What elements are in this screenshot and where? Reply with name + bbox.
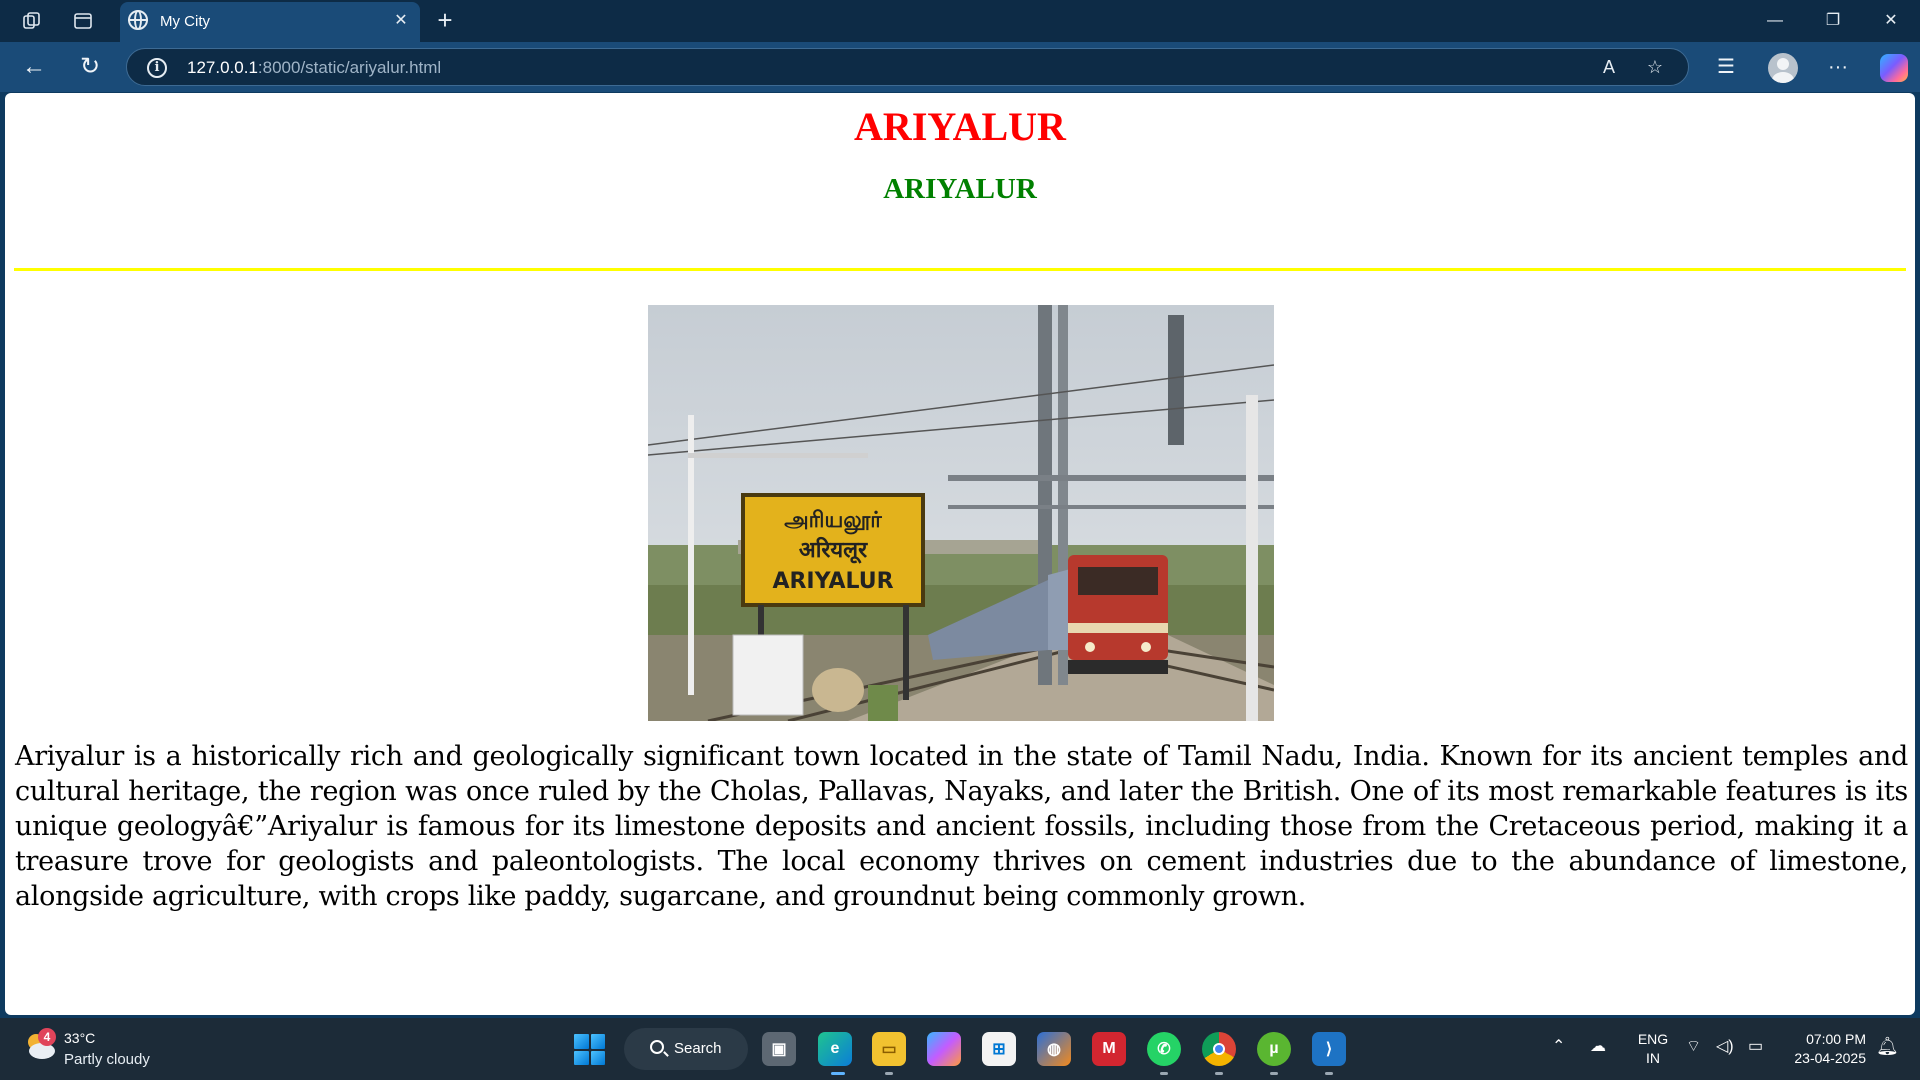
globe-icon bbox=[128, 10, 148, 30]
mcafee-icon[interactable]: M bbox=[1092, 1032, 1126, 1066]
region-code: IN bbox=[1646, 1050, 1660, 1066]
info-icon[interactable]: i bbox=[147, 58, 167, 78]
address-bar[interactable]: i 127.0.0.1:8000/static/ariyalur.html A … bbox=[126, 48, 1689, 86]
horizontal-rule bbox=[14, 268, 1906, 271]
running-app-indicator bbox=[1325, 1072, 1333, 1075]
close-window-button[interactable]: ✕ bbox=[1862, 0, 1920, 42]
search-icon bbox=[650, 1040, 664, 1054]
new-tab-button[interactable]: + bbox=[432, 7, 458, 34]
task-view-icon[interactable]: ▣ bbox=[762, 1032, 796, 1066]
weather-temperature: 33°C bbox=[64, 1030, 96, 1046]
language-indicator[interactable]: ENG IN bbox=[1636, 1030, 1670, 1068]
page-viewport: ARIYALUR ARIYALUR அரியலூர் अरियलूर ARIYA… bbox=[5, 93, 1915, 1015]
clock-date: 23-04-2025 bbox=[1794, 1050, 1866, 1066]
file-explorer-icon[interactable]: ▭ bbox=[872, 1032, 906, 1066]
page-subtitle: ARIYALUR bbox=[883, 173, 1037, 205]
page-title: ARIYALUR bbox=[854, 104, 1066, 149]
vscode-icon[interactable]: ⟩ bbox=[1312, 1032, 1346, 1066]
copilot-icon[interactable] bbox=[1880, 54, 1908, 82]
show-hidden-icons-chevron-icon[interactable]: ⌃ bbox=[1552, 1036, 1565, 1056]
browser-tab-bar: My City ✕ + — ❐ ✕ bbox=[0, 0, 1920, 42]
chrome-icon[interactable] bbox=[1202, 1032, 1236, 1066]
favorite-star-icon[interactable]: ☆ bbox=[1643, 55, 1667, 79]
sign-english-text: ARIYALUR bbox=[772, 569, 893, 594]
wifi-icon[interactable]: ⌔ bbox=[1686, 1036, 1701, 1056]
profile-avatar-icon[interactable] bbox=[1768, 53, 1798, 83]
utorrent-icon[interactable]: µ bbox=[1257, 1032, 1291, 1066]
windows-taskbar: 4 33°C Partly cloudy Search ▣ e ▭ ⊞ ◍ M … bbox=[0, 1018, 1920, 1080]
taskbar-search[interactable]: Search bbox=[624, 1028, 748, 1070]
clock-time: 07:00 PM bbox=[1806, 1031, 1866, 1047]
browser-app-icon[interactable]: ◍ bbox=[1037, 1032, 1071, 1066]
sign-tamil-text: அரியலூர் bbox=[784, 508, 882, 535]
notifications-bell-icon[interactable]: 🔔︎ bbox=[1876, 1036, 1899, 1060]
favorites-icon[interactable]: ☰ bbox=[1710, 52, 1742, 84]
running-app-indicator bbox=[1215, 1072, 1223, 1075]
workspaces-icon[interactable] bbox=[19, 8, 45, 34]
whatsapp-icon[interactable]: ✆ bbox=[1147, 1032, 1181, 1066]
onedrive-cloud-icon[interactable]: ☁ bbox=[1590, 1036, 1606, 1056]
microsoft-store-icon[interactable]: ⊞ bbox=[982, 1032, 1016, 1066]
weather-condition: Partly cloudy bbox=[64, 1051, 150, 1068]
search-label: Search bbox=[674, 1040, 722, 1057]
copilot-app-icon[interactable] bbox=[927, 1032, 961, 1066]
weather-alert-badge: 4 bbox=[38, 1028, 56, 1046]
ariyalur-station-image: அரியலூர் अरियलूर ARIYALUR bbox=[648, 305, 1274, 721]
running-app-indicator bbox=[1270, 1072, 1278, 1075]
volume-icon[interactable]: ◁) bbox=[1716, 1036, 1734, 1056]
more-options-icon[interactable]: ··· bbox=[1822, 52, 1854, 84]
sign-hindi-text: अरियलूर bbox=[799, 536, 868, 564]
back-arrow-icon[interactable]: ← bbox=[18, 52, 50, 84]
tab-actions-icon[interactable] bbox=[70, 8, 96, 34]
close-tab-icon[interactable]: ✕ bbox=[390, 10, 412, 32]
system-clock[interactable]: 07:00 PM 23-04-2025 bbox=[1778, 1030, 1866, 1068]
tab-my-city[interactable]: My City ✕ bbox=[120, 2, 420, 42]
running-app-indicator bbox=[885, 1072, 893, 1075]
read-aloud-icon[interactable]: A bbox=[1597, 55, 1621, 79]
url-text[interactable]: 127.0.0.1:8000/static/ariyalur.html bbox=[187, 58, 441, 78]
running-app-indicator bbox=[1160, 1072, 1168, 1075]
active-app-indicator bbox=[831, 1072, 845, 1075]
tab-title: My City bbox=[160, 13, 210, 30]
battery-icon[interactable]: ▭ bbox=[1748, 1036, 1763, 1056]
reload-icon[interactable]: ↻ bbox=[74, 52, 106, 84]
city-description: Ariyalur is a historically rich and geol… bbox=[15, 741, 1908, 912]
minimize-button[interactable]: — bbox=[1746, 0, 1804, 42]
browser-nav-bar: ← ↻ i 127.0.0.1:8000/static/ariyalur.htm… bbox=[0, 42, 1920, 92]
start-button[interactable] bbox=[574, 1034, 605, 1065]
language-code: ENG bbox=[1637, 1031, 1669, 1047]
restore-button[interactable]: ❐ bbox=[1804, 0, 1862, 42]
edge-browser-icon[interactable]: e bbox=[818, 1032, 852, 1066]
